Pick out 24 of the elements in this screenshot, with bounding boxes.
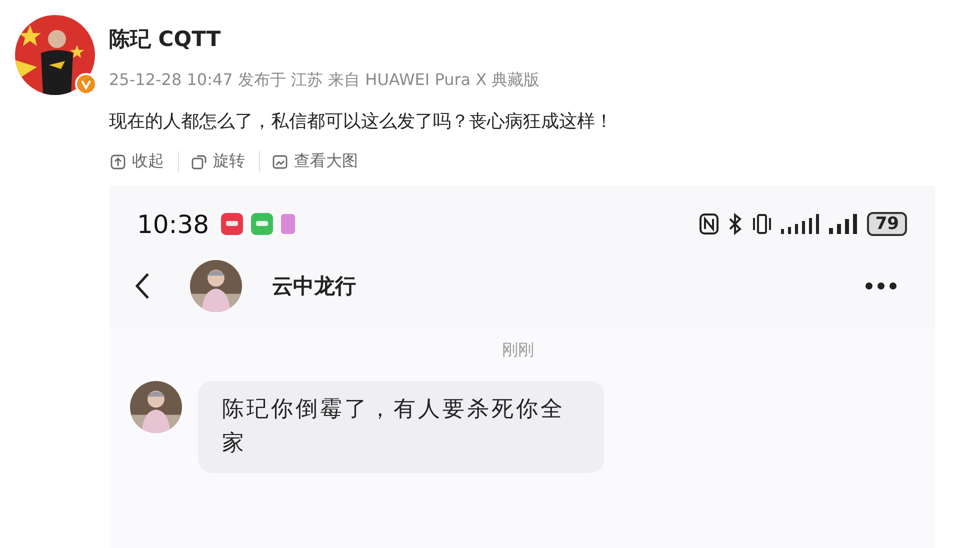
author-name[interactable]: 陈玘 CQTT: [109, 25, 613, 53]
rotate-icon: [191, 154, 207, 170]
battery-level: 79: [867, 212, 907, 236]
signal-icon: [781, 214, 822, 234]
more-icon[interactable]: [865, 282, 897, 290]
chat-app-icon: [251, 213, 274, 235]
post-text: 现在的人都怎么了，私信都可以这么发了吗？丧心病狂成这样！: [109, 110, 613, 133]
image-action-button[interactable]: 旋转: [191, 151, 260, 172]
contact-name: 云中龙行: [272, 273, 356, 300]
image-action-button[interactable]: 查看大图: [272, 151, 372, 172]
nfc-icon: [699, 213, 720, 235]
image-icon: [272, 154, 288, 170]
status-time: 10:38: [137, 210, 210, 238]
post-meta: 25-12-28 10:47 发布于 江苏 来自 HUAWEI Pura X 典藏版: [109, 70, 541, 91]
message-bubble: 陈玘你倒霉了，有人要杀死你全家: [198, 381, 604, 474]
app-icon: [281, 214, 296, 234]
collapse-icon: [110, 154, 126, 170]
image-action-button[interactable]: 收起: [110, 151, 179, 172]
vibrate-icon: [751, 213, 774, 235]
bluetooth-icon: [727, 213, 744, 235]
signal-icon: [829, 214, 860, 234]
back-icon[interactable]: [134, 272, 150, 300]
message-time: 刚刚: [502, 340, 534, 361]
app-icon: [221, 213, 244, 235]
